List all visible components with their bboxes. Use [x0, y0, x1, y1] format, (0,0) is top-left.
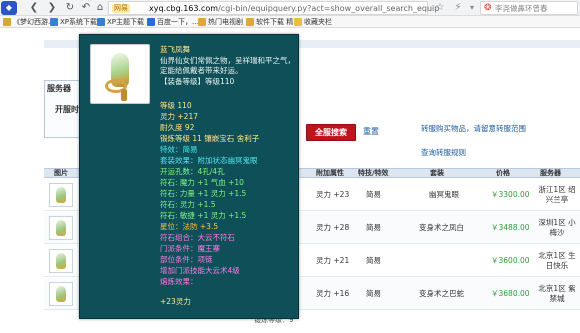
lightning-icon[interactable]: ⚡ — [452, 2, 464, 14]
price-cell: ￥3680.00 — [491, 289, 530, 298]
special-cell: 简易 — [366, 190, 381, 199]
extra-attr-cell: 灵力 +16 — [316, 289, 350, 298]
item-special: 特效：简易 — [160, 145, 198, 154]
set-cell: 变身术之巴蛇 — [419, 289, 464, 298]
item-set-effect: 套装效果：附加状态幽冥鬼眼 — [160, 156, 258, 165]
set-cell: 变身术之凤白 — [419, 223, 464, 232]
extra-attr-cell: 灵力 +23 — [316, 190, 350, 199]
price-cell: ￥3600.00 — [491, 256, 530, 265]
item-forge: 锻炼等级 11 镶嵌宝石 舍利子 — [160, 134, 260, 143]
bookmark-icon — [147, 18, 155, 26]
bookmark-item[interactable]: 收藏夹栏 — [294, 17, 332, 27]
url-text: xyq.cbg.163.com/cgi-bin/equipquery.py?ac… — [149, 4, 440, 13]
set-cell: 幽冥鬼眼 — [429, 190, 459, 199]
bookmark-item[interactable]: XP主题下载 — [97, 17, 144, 27]
browser-toolbar: ◆ ❮ ❯ ↻ ↶ ⌂ 网易 xyq.cbg.163.com/cgi-bin/e… — [0, 0, 580, 16]
item-stars: 星位：法防 +3.5 — [160, 222, 219, 231]
address-bar[interactable]: 网易 xyq.cbg.163.com/cgi-bin/equipquery.py… — [108, 1, 439, 15]
col-set: 套装 — [430, 169, 444, 177]
col-special: 特技/特效 — [358, 169, 389, 177]
jade-pendant-icon — [56, 187, 66, 203]
jade-pendant-icon — [56, 286, 66, 302]
col-image: 图片 — [54, 169, 68, 177]
server-cell: 北京1区 生日快乐 — [538, 251, 576, 270]
bookmark-item[interactable]: 软件下载 精… — [246, 17, 300, 27]
col-extra-attr[interactable]: 附加属性 — [316, 169, 344, 178]
bookmarks-bar: 《梦幻西游… XP系统下载 XP主题下载 百度一下，… 热门电视剧 软件下载 精… — [0, 16, 580, 28]
item-spirit: 灵力 +217 — [160, 112, 198, 121]
chevron-down-icon[interactable]: ▾ — [467, 2, 477, 14]
server-cell: 浙江1区 绍兴兰亭 — [538, 185, 576, 204]
site-badge: 网易 — [112, 4, 130, 13]
item-gem-1: 符石: 魔力 +1 气血 +10 — [160, 178, 244, 187]
folder-icon — [246, 18, 254, 26]
item-thumbnail[interactable] — [49, 183, 73, 207]
home-icon[interactable]: ⌂ — [94, 2, 106, 14]
forward-icon[interactable]: ❯ — [46, 2, 58, 14]
col-price[interactable]: 价格 — [496, 169, 510, 178]
item-slot-req: 部位条件：项链 — [160, 255, 213, 264]
item-level-req: 【装备等级】等级110 — [160, 77, 235, 86]
server-cell: 北京1区 紫禁城 — [538, 284, 576, 303]
bookmark-item[interactable]: XP系统下载 — [50, 17, 97, 27]
item-detail-tooltip: 蓝飞凤舞 仙界仙女们常佩之物，呈祥瑞和平之气， 定能给佩戴者带来好运。 【装备等… — [79, 34, 299, 319]
bookmark-item[interactable]: 热门电视剧 — [198, 17, 243, 27]
folder-icon — [198, 18, 206, 26]
special-cell: 简易 — [366, 256, 381, 265]
search-engine-icon: ❂ — [484, 3, 492, 13]
item-gem-2: 符石: 力量 +1 灵力 +1.5 — [160, 189, 247, 198]
price-cell: ￥3300.00 — [491, 190, 530, 199]
item-effect: 增加门派技能大云术4级 — [160, 266, 240, 275]
back-icon[interactable]: ❮ — [28, 2, 40, 14]
bookmark-item[interactable]: 《梦幻西游… — [3, 17, 55, 27]
folder-icon — [294, 18, 302, 26]
item-thumbnail[interactable] — [49, 282, 73, 306]
item-open-slots: 开运孔数：4孔/4孔 — [160, 167, 225, 176]
server-filter-title: 服务器 — [47, 84, 71, 93]
item-sect-req: 门派条件：魔王寨 — [160, 244, 220, 253]
jade-pendant-icon — [56, 220, 66, 236]
jade-pendant-icon — [56, 253, 66, 269]
item-combo: 符石组合：大云不符石 — [160, 233, 235, 242]
pendant-tassel-icon — [121, 89, 127, 101]
item-durability: 耐久度 92 — [160, 123, 195, 132]
global-search-button[interactable]: 全服搜索 — [306, 124, 356, 141]
server-cell: 深圳1区 小梅沙 — [538, 218, 576, 237]
browser-search-input[interactable]: ❂ 李尧做鼻环曾春 — [480, 1, 578, 15]
extra-attr-cell: 灵力 +21 — [316, 256, 350, 265]
bookmark-icon — [3, 18, 11, 26]
transfer-hint-link[interactable]: 转服购买物品，请留意转服范围 — [421, 123, 526, 134]
special-cell: 简易 — [366, 223, 381, 232]
price-cell: ￥3488.00 — [491, 223, 530, 232]
item-thumbnail[interactable] — [49, 216, 73, 240]
item-bonus: +23灵力 — [160, 297, 191, 306]
bookmark-icon — [50, 18, 58, 26]
transfer-rules-link[interactable]: 查询转服规则 — [421, 147, 466, 158]
item-desc-line2: 定能给佩戴者带来好运。 — [160, 66, 243, 75]
bookmark-item[interactable]: 百度一下，… — [147, 17, 199, 27]
bookmark-star-icon[interactable]: ☆ — [434, 2, 446, 14]
app-logo-icon[interactable]: ◆ — [1, 1, 17, 15]
extra-attr-cell: 灵力 +28 — [316, 223, 350, 232]
item-image — [90, 44, 150, 104]
special-cell: 简易 — [366, 289, 381, 298]
item-thumbnail[interactable] — [49, 249, 73, 273]
reset-link[interactable]: 重置 — [363, 126, 379, 137]
item-smelt: 熔炼效果： — [160, 277, 198, 286]
item-desc-line1: 仙界仙女们常佩之物，呈祥瑞和平之气， — [160, 56, 295, 65]
item-level: 等级 110 — [160, 101, 192, 110]
item-name: 蓝飞凤舞 — [160, 45, 190, 54]
item-gem-4: 符石: 敏捷 +1 灵力 +1.5 — [160, 211, 247, 220]
undo-icon[interactable]: ↶ — [80, 2, 92, 14]
item-gem-3: 符石: 灵力 +1.5 — [160, 200, 216, 209]
col-server: 服务器 — [540, 169, 561, 177]
bookmark-icon — [97, 18, 105, 26]
open-time-label: 开服时 — [55, 105, 79, 114]
reload-icon[interactable]: ↻ — [64, 2, 76, 14]
